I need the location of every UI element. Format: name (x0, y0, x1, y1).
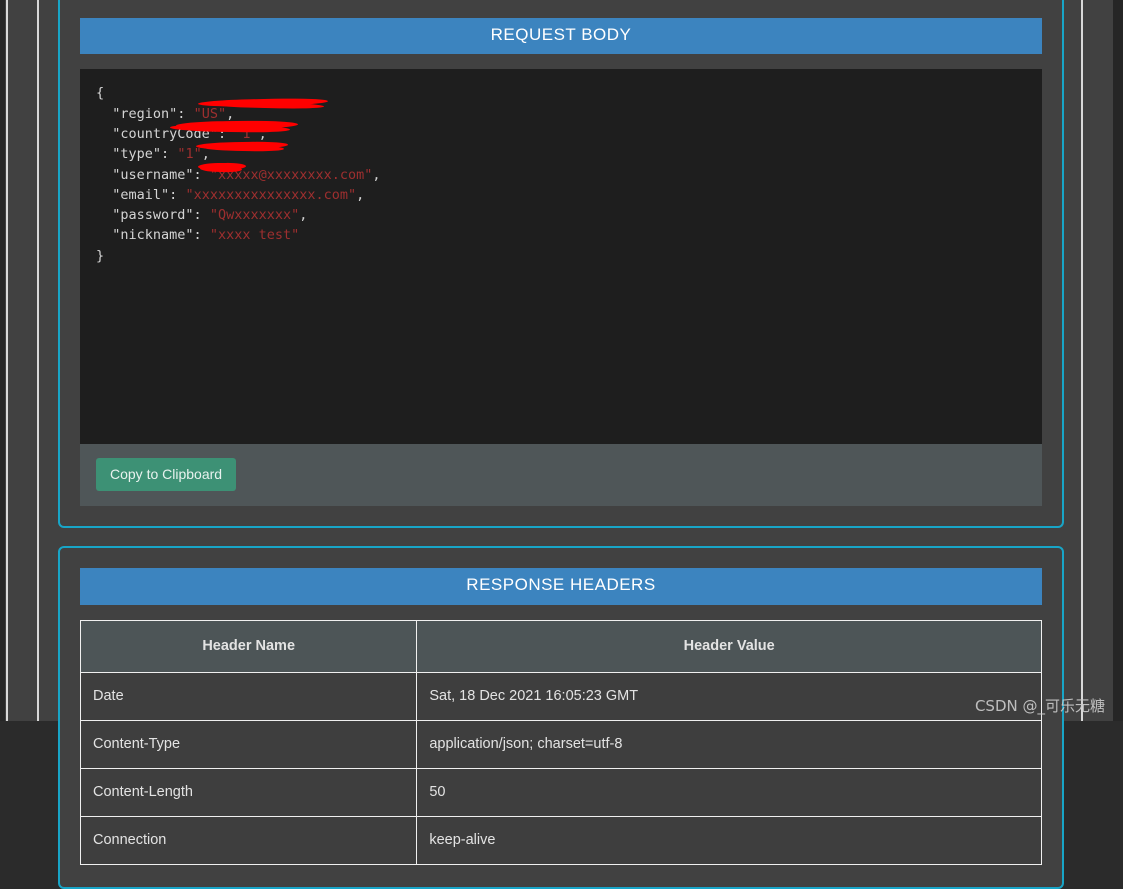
table-header-row: Header Name Header Value (79, 619, 1042, 673)
vertical-rule-outer-left (6, 0, 8, 721)
response-headers-panel: RESPONSE HEADERS Header Name Header Valu… (58, 546, 1064, 889)
request-body-json[interactable]: { "region": "US", "countryCode": "1", "t… (80, 69, 1042, 444)
content-column: REQUEST BODY { "region": "US", "countryC… (58, 0, 1064, 889)
page-root: REQUEST BODY { "region": "US", "countryC… (0, 0, 1123, 889)
csdn-watermark: CSDN @_可乐无糖 (974, 697, 1105, 715)
right-dark-gutter (1113, 0, 1123, 721)
table-row: Connection keep-alive (79, 815, 1042, 865)
header-value-cell: application/json; charset=utf-8 (416, 719, 1042, 769)
column-header-name: Header Name (79, 619, 418, 673)
table-row: Content-Length 50 (79, 767, 1042, 817)
header-name-cell: Date (79, 671, 418, 721)
redaction-stroke-password-2 (201, 144, 285, 153)
response-headers-table: Header Name Header Value Date Sat, 18 De… (79, 619, 1042, 865)
request-body-panel: REQUEST BODY { "region": "US", "countryC… (58, 0, 1064, 529)
request-body-title: REQUEST BODY (80, 18, 1042, 55)
copy-button-bar: Copy to Clipboard (80, 444, 1042, 507)
vertical-rule-inner-left (37, 0, 39, 721)
table-row: Date Sat, 18 Dec 2021 16:05:23 GMT (79, 671, 1042, 721)
table-body: Date Sat, 18 Dec 2021 16:05:23 GMT Conte… (79, 671, 1042, 865)
header-name-cell: Content-Type (79, 719, 418, 769)
header-name-cell: Connection (79, 815, 418, 865)
code-text: { "region": "US", "countryCode": "1", "t… (96, 85, 381, 264)
header-name-cell: Content-Length (79, 767, 418, 817)
vertical-rule-right (1081, 0, 1083, 721)
header-value-cell: keep-alive (416, 815, 1042, 865)
header-value-cell: Sat, 18 Dec 2021 16:05:23 GMT (416, 671, 1042, 721)
table-row: Content-Type application/json; charset=u… (79, 719, 1042, 769)
request-body-code-container: { "region": "US", "countryCode": "1", "t… (80, 69, 1042, 445)
left-dark-gutter (0, 0, 5, 721)
copy-to-clipboard-button[interactable]: Copy to Clipboard (96, 458, 237, 492)
column-header-value: Header Value (416, 619, 1042, 673)
response-headers-title: RESPONSE HEADERS (80, 568, 1042, 605)
header-value-cell: 50 (416, 767, 1042, 817)
